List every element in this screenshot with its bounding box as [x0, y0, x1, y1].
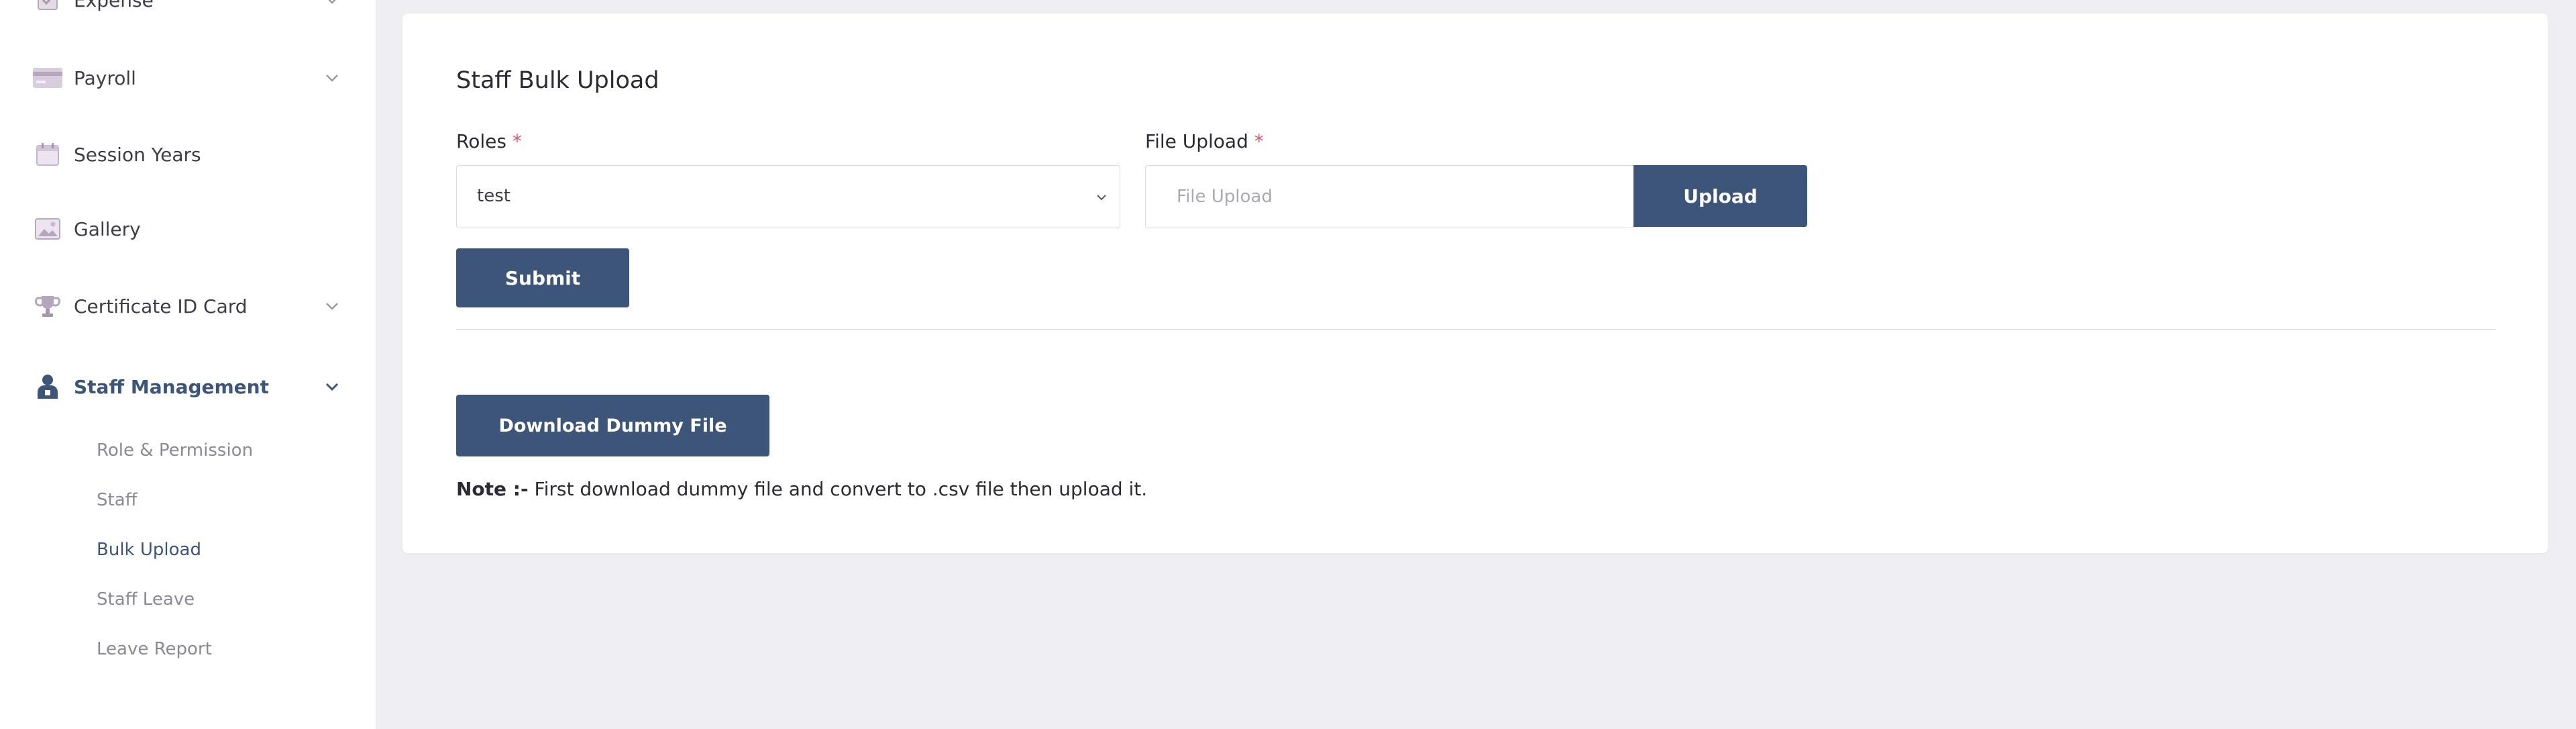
chevron-down-icon	[1090, 186, 1113, 209]
app-root: Expense Payroll Session Years Gallery Ce…	[0, 0, 2576, 729]
page-title: Staff Bulk Upload	[456, 67, 659, 94]
submenu-item-bulk-upload[interactable]: Bulk Upload	[97, 540, 201, 560]
roles-label: Roles *	[456, 130, 522, 152]
sidebar-item-staff-management[interactable]: Staff Management	[0, 353, 376, 420]
note-text: Note :- First download dummy file and co…	[456, 478, 1147, 500]
sidebar-item-session-years[interactable]: Session Years	[0, 121, 376, 188]
roles-selected-value: test	[477, 186, 511, 206]
roles-select[interactable]: test	[456, 165, 1120, 228]
chevron-down-icon	[321, 295, 343, 318]
submenu-item-leave-report[interactable]: Leave Report	[97, 639, 212, 659]
note-body: First download dummy file and convert to…	[528, 478, 1148, 500]
file-upload-field[interactable]: File Upload	[1145, 165, 1634, 228]
bulk-upload-card: Staff Bulk Upload Roles * test File Uplo…	[402, 13, 2548, 553]
file-upload-label: File Upload *	[1145, 130, 1264, 152]
sidebar: Expense Payroll Session Years Gallery Ce…	[0, 0, 376, 729]
file-upload-placeholder: File Upload	[1177, 187, 1273, 207]
credit-card-icon	[32, 62, 63, 93]
staff-icon	[32, 371, 63, 402]
sidebar-item-label: Staff Management	[74, 375, 269, 398]
chevron-down-icon	[321, 66, 343, 89]
trophy-icon	[32, 291, 63, 322]
submenu-item-role-permission[interactable]: Role & Permission	[97, 440, 253, 460]
sidebar-item-expense[interactable]: Expense	[0, 0, 376, 34]
submenu-item-staff[interactable]: Staff	[97, 490, 138, 510]
upload-button[interactable]: Upload	[1633, 165, 1807, 227]
chevron-down-icon	[321, 0, 343, 11]
sidebar-item-label: Session Years	[74, 143, 201, 166]
sidebar-item-label: Gallery	[74, 217, 141, 240]
submit-button[interactable]: Submit	[456, 248, 629, 307]
receipt-icon	[32, 0, 63, 15]
roles-label-text: Roles	[456, 130, 506, 152]
calendar-icon	[32, 139, 63, 170]
file-upload-label-text: File Upload	[1145, 130, 1248, 152]
sidebar-item-label: Expense	[74, 0, 154, 11]
note-prefix: Note :-	[456, 478, 529, 500]
chevron-down-icon	[321, 375, 343, 398]
required-mark: *	[1254, 130, 1264, 152]
sidebar-item-payroll[interactable]: Payroll	[0, 44, 376, 111]
divider	[456, 329, 2496, 330]
sidebar-item-label: Payroll	[74, 66, 136, 89]
submenu-item-staff-leave[interactable]: Staff Leave	[97, 589, 195, 610]
image-icon	[32, 213, 63, 244]
sidebar-item-certificate-id-card[interactable]: Certificate ID Card	[0, 273, 376, 340]
download-dummy-file-button[interactable]: Download Dummy File	[456, 395, 769, 456]
required-mark: *	[512, 130, 522, 152]
sidebar-item-label: Certificate ID Card	[74, 295, 248, 318]
sidebar-item-gallery[interactable]: Gallery	[0, 195, 376, 262]
